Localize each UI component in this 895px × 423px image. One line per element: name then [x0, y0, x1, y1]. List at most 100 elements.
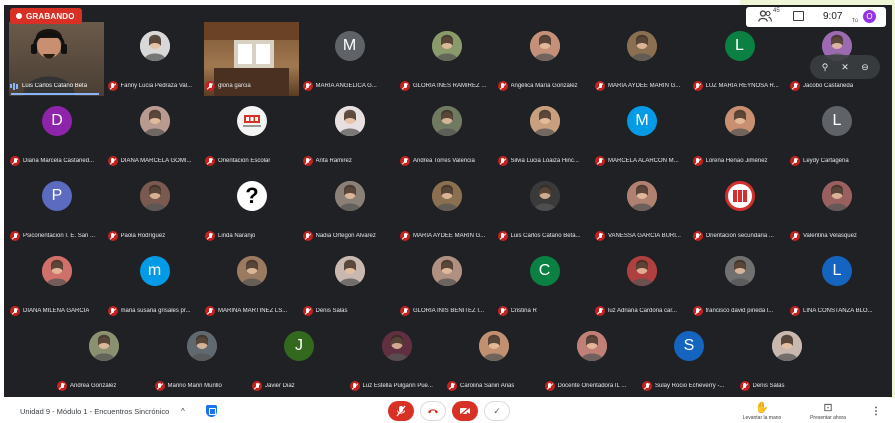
participant-tile[interactable]: P Psicorientacion I. E. San ...: [9, 172, 104, 246]
participant-tile[interactable]: L LINA CONSTANZA BLO...: [789, 247, 884, 321]
mic-muted-icon: [790, 81, 800, 91]
participant-tile[interactable]: Paola Rodríguez: [106, 172, 202, 246]
participant-tile[interactable]: Andrea González: [56, 322, 151, 396]
participant-tile[interactable]: Luis Carlos Catano Beta: [9, 22, 104, 96]
participants-count: 45: [773, 8, 780, 14]
participant-tile[interactable]: Angélica María González: [496, 22, 592, 96]
tile-hover-controls[interactable]: ⚲ ✕ ⊖: [810, 55, 880, 79]
participant-tile[interactable]: GLORIA INÉS RAMÍREZ ...: [399, 22, 494, 96]
participant-name: Denis Salas: [315, 308, 348, 314]
participant-name: Andrea Torres Valencia: [413, 158, 475, 164]
participant-tile[interactable]: gloria garcia: [204, 22, 299, 96]
participant-tile[interactable]: luz Adriana Cardona car...: [594, 247, 689, 321]
participant-name: LUZ MARIA REYNOSA R...: [705, 83, 779, 89]
participant-tile[interactable]: Valentina Velasquez: [789, 172, 884, 246]
participant-tile[interactable]: Orientacion secundaria ...: [691, 172, 787, 246]
mic-muted-icon: [642, 381, 652, 391]
mute-icon[interactable]: ✕: [841, 62, 849, 72]
participant-name: francisco david pineda l...: [705, 308, 774, 314]
participant-name-row: Diana Marcela Castañed...: [10, 155, 104, 167]
avatar: S: [674, 331, 704, 361]
profile-photo: [139, 106, 170, 136]
participant-tile[interactable]: Denis Salas: [738, 322, 834, 396]
participant-tile[interactable]: L Leydy Cartagena: [789, 97, 884, 171]
you-label: Tú: [852, 18, 858, 24]
participant-tile[interactable]: Nadia Ortegon Alvarez: [301, 172, 397, 246]
participant-tile[interactable]: Arita Ramirez: [301, 97, 397, 171]
meeting-title[interactable]: Unidad 9 - Módulo 1 - Encuentros Sincrón…: [20, 407, 169, 416]
participant-tile[interactable]: Denis Salas: [301, 247, 397, 321]
profile-photo: [724, 256, 755, 286]
school-logo-icon: [237, 106, 267, 136]
participant-tile[interactable]: Luis Carlos Catano Beta...: [496, 172, 592, 246]
profile-photo: [42, 256, 72, 286]
participant-tile[interactable]: ? Linda Naranjo: [204, 172, 299, 246]
leave-call-button[interactable]: [420, 401, 446, 421]
participant-tile[interactable]: GLORIA INIS BENITEZ I...: [399, 247, 494, 321]
more-options-icon[interactable]: ⋮: [871, 406, 881, 417]
mic-muted-icon: [107, 81, 118, 91]
participant-tile[interactable]: m maria susana grisales pr...: [106, 247, 202, 321]
mic-muted-icon: [10, 231, 20, 241]
participant-tile[interactable]: MARIA AYDEE MARIN G...: [399, 172, 494, 246]
participant-name: Docente Orientadora IL ...: [557, 383, 627, 389]
participant-tile[interactable]: francisco david pineda l...: [691, 247, 787, 321]
participant-tile[interactable]: MARINA MARTÍNEZ LS...: [204, 247, 299, 321]
participant-tile[interactable]: MARIA AYDEE MARIN G...: [594, 22, 689, 96]
profile-photo: [771, 331, 802, 361]
security-shield-icon[interactable]: [206, 405, 217, 417]
participant-name-row: Arita Ramirez: [302, 155, 397, 167]
participant-tile[interactable]: Luz Estella Pulgarin Pue...: [348, 322, 444, 396]
participant-name-row: Luis Carlos Catano Beta: [10, 80, 104, 92]
participant-tile[interactable]: Andrea Torres Valencia: [399, 97, 494, 171]
mic-muted-icon: [107, 306, 118, 316]
camera-toggle-button[interactable]: [452, 401, 478, 421]
captions-button[interactable]: ✓: [484, 401, 510, 421]
participant-name: Paola Rodríguez: [120, 233, 166, 239]
participant-tile[interactable]: Marino Marin Murillo: [153, 322, 249, 396]
participant-name-row: Andrea González: [57, 380, 151, 392]
participant-name-row: Angélica María González: [497, 80, 592, 92]
meeting-grid: Luis Carlos Catano Beta Fanny Lucia Pedra…: [4, 5, 892, 397]
pin-icon[interactable]: ⚲: [821, 62, 829, 72]
participant-tile[interactable]: S Sulay Rocio Echeverry -...: [641, 322, 736, 396]
bottom-toolbar: Unidad 9 - Módulo 1 - Encuentros Sincrón…: [0, 398, 895, 423]
chat-icon[interactable]: [793, 11, 804, 21]
participant-tile[interactable]: Silvia Lucia Loaiza Hinc...: [496, 97, 592, 171]
participant-tile[interactable]: C Cristina R: [496, 247, 592, 321]
participant-tile[interactable]: Docente Orientadora IL ...: [543, 322, 639, 396]
participant-name-row: DIANA MILENA GARCIA: [10, 305, 104, 317]
participant-tile[interactable]: D Diana Marcela Castañed...: [9, 97, 104, 171]
present-now-button[interactable]: ⊡ Presentar ahora: [798, 401, 858, 421]
participant-tile[interactable]: Orientacion Escolar: [204, 97, 299, 171]
participant-tile[interactable]: M MARIA ANGELICA G...: [301, 22, 397, 96]
participant-name-row: Cristina R: [497, 305, 592, 317]
participant-tile[interactable]: Fanny Lucia Pedraza Val...: [106, 22, 202, 96]
participant-tile[interactable]: M MARCELA ALARCON M...: [594, 97, 689, 171]
avatar[interactable]: O: [863, 10, 876, 23]
recording-label: GRABANDO: [26, 11, 75, 21]
participant-name-row: Orientacion Escolar: [205, 155, 299, 167]
participant-tile[interactable]: Lorena Henao Jiménez: [691, 97, 787, 171]
participant-tile[interactable]: DIANA MARCELA GOMI...: [106, 97, 202, 171]
people-icon[interactable]: [758, 10, 772, 22]
avatar: L: [724, 31, 755, 61]
participant-name-row: Luis Carlos Catano Beta...: [497, 230, 592, 242]
participant-name-row: LUZ MARIA REYNOSA R...: [692, 80, 787, 92]
remove-icon[interactable]: ⊖: [861, 62, 869, 72]
raise-hand-button[interactable]: ✋ Levantar la mano: [732, 401, 792, 421]
mic-toggle-button[interactable]: [388, 401, 414, 421]
participant-name: VANESSA GARCIA BURI...: [608, 233, 681, 239]
participant-name: LINA CONSTANZA BLO...: [803, 308, 873, 314]
participant-name-row: MARINA MARTÍNEZ LS...: [205, 305, 299, 317]
speaking-indicator-icon: [10, 82, 19, 90]
participant-tile[interactable]: J Javier Diaz: [251, 322, 346, 396]
participant-tile[interactable]: Carolina Sanin Arias: [446, 322, 541, 396]
chevron-up-icon[interactable]: ^: [181, 407, 185, 416]
participant-name-row: Sulay Rocio Echeverry -...: [642, 380, 736, 392]
profile-photo: [822, 181, 852, 211]
participant-tile[interactable]: L LUZ MARIA REYNOSA R...: [691, 22, 787, 96]
profile-photo: [627, 181, 657, 211]
participant-tile[interactable]: VANESSA GARCIA BURI...: [594, 172, 689, 246]
participant-tile[interactable]: DIANA MILENA GARCIA: [9, 247, 104, 321]
